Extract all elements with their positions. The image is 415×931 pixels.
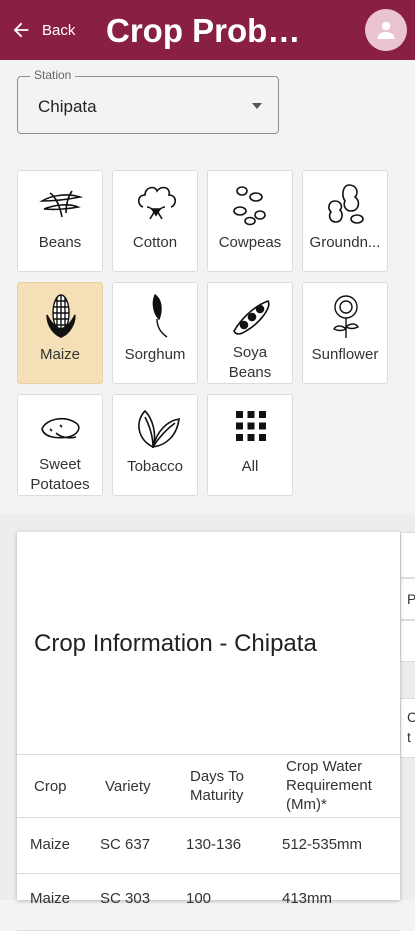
grid-icon [236, 411, 266, 441]
crop-tile-soya-beans[interactable]: Soya Beans [207, 282, 293, 384]
column-header-water-line2: Requirement [286, 777, 372, 794]
column-header-days-line1: Days To [190, 768, 244, 785]
tile-label-line2: Beans [228, 364, 272, 381]
cell-days: 100 [186, 890, 212, 907]
page-title: Crop Proba... [106, 12, 311, 49]
column-header-water-line1: Crop Water [286, 758, 363, 775]
tile-label: Groundn... [309, 234, 381, 251]
cell-water: 512-535mm [282, 836, 363, 853]
station-label: Station [30, 68, 76, 82]
cowpeas-icon [233, 186, 266, 226]
crop-tile-sorghum[interactable]: Sorghum [112, 282, 198, 384]
tile-label: All [241, 458, 259, 475]
groundnut-icon [328, 184, 364, 224]
table-header: Crop Variety Days To Maturity Crop Water… [17, 754, 400, 818]
crop-tile-beans[interactable]: Beans [17, 170, 103, 272]
column-header-variety: Variety [105, 778, 151, 795]
tile-label: Beans [38, 234, 82, 251]
side-card: C t [400, 698, 415, 758]
cell-variety: SC 637 [100, 836, 151, 853]
tile-label-line2: Potatoes [30, 476, 90, 493]
beans-icon [39, 190, 84, 218]
cell-variety: SC 303 [100, 890, 151, 907]
tile-label-line1: Soya [232, 344, 268, 361]
tile-label: Maize [39, 346, 80, 363]
tile-label: Sorghum [124, 346, 186, 363]
crop-tile-maize[interactable]: Maize [17, 282, 103, 384]
tile-label: Sweet Potatoes [18, 455, 102, 495]
column-header-crop: Crop [34, 778, 67, 795]
table-row: Maize SC 637 130-136 512-535mm [17, 817, 400, 874]
cell-water: 413mm [282, 890, 333, 907]
sorghum-icon [152, 293, 168, 338]
column-header-days: Days To Maturity [190, 767, 244, 805]
crop-tile-sunflower[interactable]: Sunflower [302, 282, 388, 384]
column-header-water: Crop Water Requirement (Mm)* [286, 757, 372, 814]
cell-crop: Maize [30, 836, 71, 853]
app-bar: Back Crop Proba... [0, 0, 415, 60]
sweet-potato-icon [41, 417, 80, 439]
sunflower-icon [333, 295, 359, 338]
tile-label: Cowpeas [218, 234, 282, 251]
tile-label-line1: Sweet [39, 456, 81, 473]
station-value: Chipata [38, 97, 97, 116]
maize-icon [46, 294, 76, 338]
side-card [400, 532, 415, 578]
user-icon [377, 21, 395, 39]
soya-beans-icon [233, 300, 270, 335]
cotton-icon [137, 186, 177, 220]
tile-label: Tobacco [127, 458, 183, 475]
side-card-text: C [407, 709, 415, 725]
tile-label: Sunflower [311, 346, 379, 363]
crop-info-card: Crop Information - Chipata Crop Variety … [17, 532, 400, 931]
column-header-days-line2: Maturity [190, 787, 244, 804]
column-header-water-line3: (Mm)* [286, 796, 327, 813]
avatar[interactable] [365, 9, 407, 51]
crop-tile-cowpeas[interactable]: Cowpeas [207, 170, 293, 272]
crop-tile-sweet-potatoes[interactable]: Sweet Potatoes [17, 394, 103, 496]
side-card [400, 620, 415, 662]
back-label: Back [42, 21, 76, 39]
arrow-left-icon [13, 22, 29, 38]
cell-crop: Maize [30, 890, 71, 907]
side-card-text: t [407, 729, 411, 745]
tile-label: Cotton [132, 234, 178, 251]
tile-label: Soya Beans [208, 343, 292, 383]
side-card-text: P [407, 591, 415, 607]
crop-tile-all[interactable]: All [207, 394, 293, 496]
station-select[interactable]: Station Chipata [17, 68, 279, 134]
crop-tile-groundnuts[interactable]: Groundn... [302, 170, 388, 272]
crop-tile-tobacco[interactable]: Tobacco [112, 394, 198, 496]
tobacco-icon [138, 409, 180, 449]
back-button[interactable]: Back [10, 16, 75, 44]
crop-tile-cotton[interactable]: Cotton [112, 170, 198, 272]
crop-info-title: Crop Information - Chipata [34, 630, 317, 657]
table-row: Maize SC 303 100 413mm [17, 874, 400, 931]
caret-down-icon [252, 103, 262, 109]
cell-days: 130-136 [186, 836, 242, 853]
side-card: P [400, 578, 415, 620]
